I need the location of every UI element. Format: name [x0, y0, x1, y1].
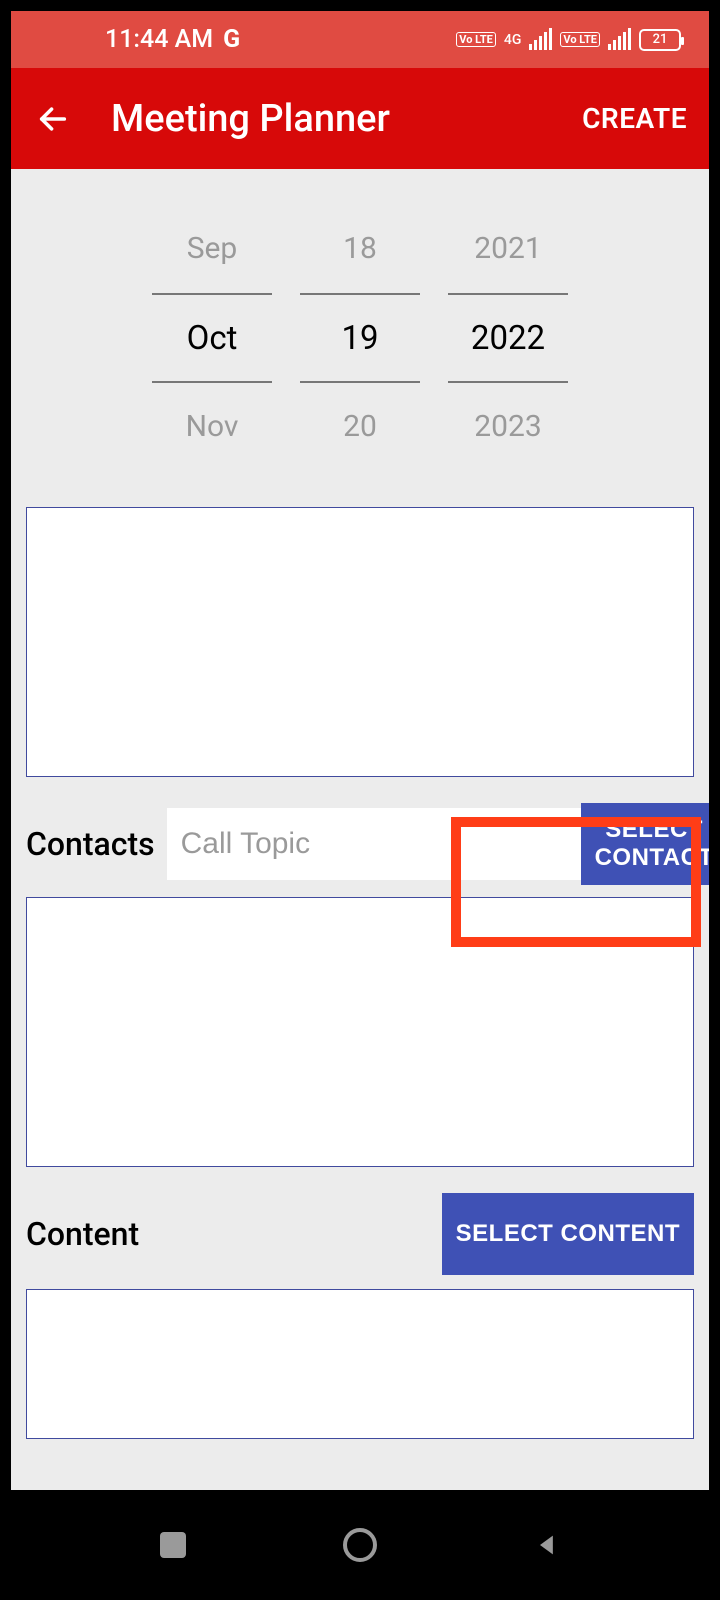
status-time: 11:44 AM [105, 25, 213, 54]
content-row: Content SELECT CONTENT [26, 1193, 694, 1275]
day-picker-column[interactable]: 18 19 20 [300, 219, 420, 457]
back-arrow-icon[interactable] [33, 99, 73, 139]
bezel-left [0, 0, 11, 1600]
device-frame: 11:44 AM G Vo LTE 4G Vo LTE 21 Meeting P… [0, 0, 720, 1600]
system-nav-bar [0, 1490, 720, 1600]
year-prev[interactable]: 2021 [448, 219, 568, 279]
network-type-label: 4G [504, 33, 522, 47]
meeting-notes-textarea[interactable] [26, 507, 694, 777]
day-prev[interactable]: 18 [300, 219, 420, 279]
status-bar: 11:44 AM G Vo LTE 4G Vo LTE 21 [11, 11, 709, 68]
content-list-box[interactable] [26, 1289, 694, 1439]
day-next[interactable]: 20 [300, 397, 420, 457]
bezel-top [0, 0, 720, 11]
create-button[interactable]: CREATE [582, 102, 687, 135]
signal-icon-1 [529, 30, 552, 50]
contacts-label: Contacts [26, 825, 155, 863]
content-label: Content [26, 1215, 139, 1253]
g-indicator-icon: G [223, 25, 240, 54]
volte-icon-1: Vo LTE [456, 32, 496, 47]
contacts-list-box[interactable] [26, 897, 694, 1167]
battery-icon: 21 [639, 29, 681, 51]
bezel-right [709, 0, 720, 1600]
select-contact-button[interactable]: SELECT CONTACT [581, 803, 709, 885]
date-picker[interactable]: Sep Oct Nov 18 19 20 2021 2022 2023 [11, 171, 709, 507]
battery-level: 21 [653, 32, 668, 47]
month-selected[interactable]: Oct [152, 293, 272, 383]
call-topic-input[interactable] [167, 808, 581, 880]
home-button[interactable] [340, 1525, 380, 1565]
day-selected[interactable]: 19 [300, 293, 420, 383]
back-button[interactable] [527, 1525, 567, 1565]
status-right: Vo LTE 4G Vo LTE 21 [456, 29, 681, 51]
month-picker-column[interactable]: Sep Oct Nov [152, 219, 272, 457]
main-content: Sep Oct Nov 18 19 20 2021 2022 2023 Cont… [11, 169, 709, 1490]
year-selected[interactable]: 2022 [448, 293, 568, 383]
app-bar: Meeting Planner CREATE [11, 68, 709, 169]
year-picker-column[interactable]: 2021 2022 2023 [448, 219, 568, 457]
signal-icon-2 [608, 30, 631, 50]
month-prev[interactable]: Sep [152, 219, 272, 279]
volte-icon-2: Vo LTE [560, 32, 600, 47]
recent-apps-button[interactable] [153, 1525, 193, 1565]
status-left: 11:44 AM G [35, 25, 240, 54]
page-title: Meeting Planner [111, 97, 390, 141]
month-next[interactable]: Nov [152, 397, 272, 457]
select-content-button[interactable]: SELECT CONTENT [442, 1193, 694, 1275]
year-next[interactable]: 2023 [448, 397, 568, 457]
contacts-row: Contacts SELECT CONTACT [26, 803, 694, 885]
